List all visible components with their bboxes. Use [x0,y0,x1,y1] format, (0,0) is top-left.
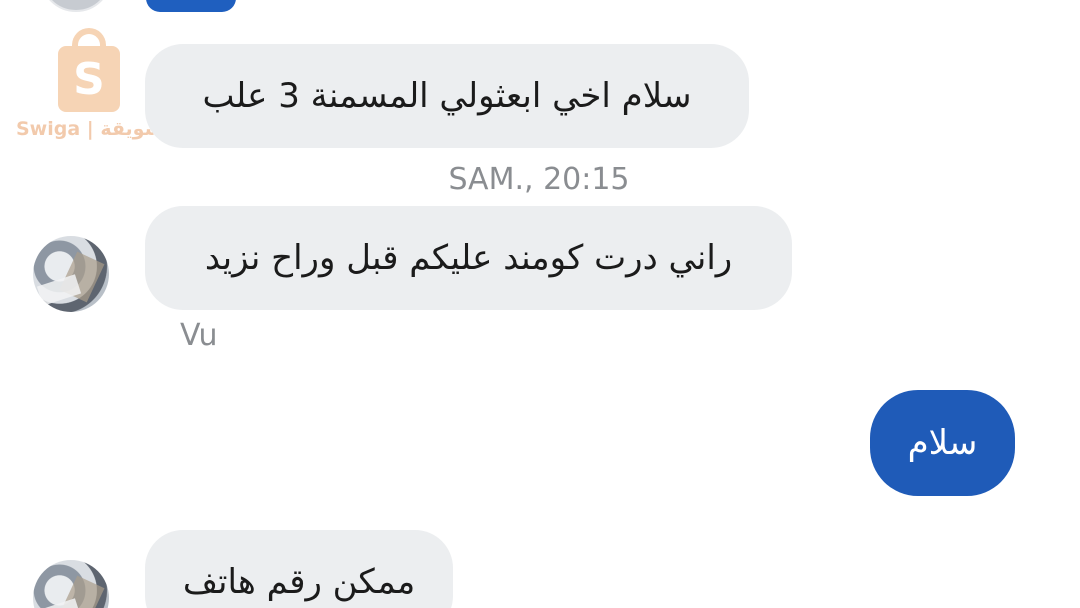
incoming-message-bubble[interactable]: راني درت كومند عليكم قبل وراح نزيد [145,206,792,310]
contact-avatar-top[interactable] [40,0,112,12]
avatar-photo-part [36,598,82,608]
outgoing-message-bubble[interactable]: سلام [870,390,1015,496]
watermark-brand: Swiga | سويقة [16,118,164,140]
contact-avatar[interactable] [33,236,109,312]
incoming-message-bubble[interactable]: ممكن رقم هاتف [145,530,453,608]
timestamp-text: SAM., 20:15 [448,162,630,197]
message-timestamp: SAM., 20:15 [0,162,1080,197]
chat-screen: S Swiga | سويقة سلام اخي ابعثولي المسمنة… [0,0,1080,608]
seen-indicator: Vu [180,318,218,353]
outgoing-bubble-top-partial[interactable] [146,0,236,12]
incoming-message-bubble[interactable]: سلام اخي ابعثولي المسمنة 3 علب [145,44,749,148]
avatar-photo-part [36,274,82,306]
watermark-logo: S Swiga | سويقة [16,28,166,143]
watermark-letter: S [73,54,105,105]
contact-avatar[interactable] [33,560,109,608]
